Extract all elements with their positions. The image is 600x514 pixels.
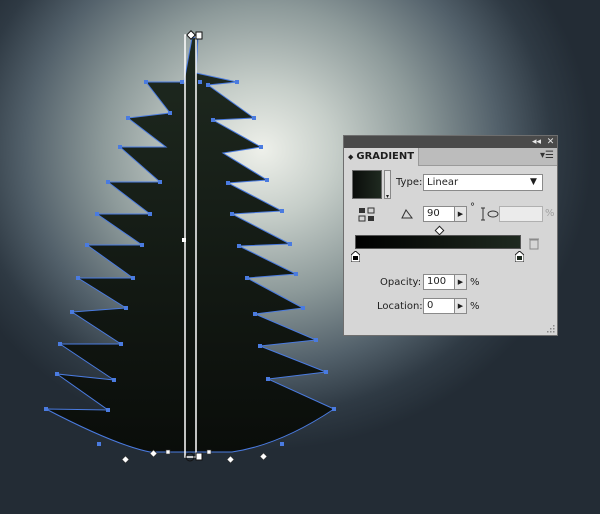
angle-stepper[interactable]: ▶ (454, 206, 467, 222)
color-stop-start[interactable] (351, 251, 360, 262)
aspect-unit: % (545, 208, 555, 219)
opacity-unit: % (470, 277, 480, 288)
chevron-down-icon[interactable]: ▼ (525, 175, 542, 190)
gradient-swatch[interactable] (352, 170, 382, 199)
angle-icon (401, 209, 413, 219)
trash-icon[interactable] (528, 237, 540, 250)
opacity-label: Opacity: (380, 277, 422, 288)
resize-grip-icon[interactable] (546, 324, 555, 333)
panel-titlebar[interactable]: ◂◂ ✕ (344, 136, 557, 148)
reverse-gradient-icon[interactable] (358, 207, 376, 223)
swatch-dropdown[interactable]: ▾ (384, 170, 391, 200)
aspect-ratio-input[interactable] (499, 206, 543, 222)
type-select-value: Linear (427, 177, 459, 188)
gradient-slider[interactable] (355, 235, 521, 249)
collapse-panel-icon[interactable]: ◂◂ (530, 136, 543, 148)
location-stepper[interactable]: ▶ (454, 298, 467, 314)
gradient-panel: ◂◂ ✕ ◆ GRADIENT ▾☰ ▾ Type: Linear ▼ 90 ▶ … (343, 135, 558, 336)
opacity-input[interactable]: 100 (423, 274, 455, 290)
location-label: Location: (377, 301, 423, 312)
type-select[interactable]: Linear ▼ (423, 174, 543, 191)
location-input[interactable]: 0 (423, 298, 455, 314)
panel-menu-icon[interactable]: ▾☰ (540, 151, 554, 161)
angle-unit: ° (470, 202, 475, 213)
gradient-midpoint[interactable] (434, 225, 445, 236)
opacity-stepper[interactable]: ▶ (454, 274, 467, 290)
location-unit: % (470, 301, 480, 312)
tab-toggle-icon[interactable]: ◆ (348, 153, 353, 161)
aspect-ratio-icon (481, 207, 499, 221)
close-panel-icon[interactable]: ✕ (544, 136, 557, 148)
color-stop-end[interactable] (515, 251, 524, 262)
angle-input[interactable]: 90 (423, 206, 455, 222)
tab-gradient[interactable]: ◆ GRADIENT (344, 148, 419, 166)
type-label: Type: (396, 177, 423, 188)
panel-tabbar: ◆ GRADIENT ▾☰ (344, 148, 557, 166)
